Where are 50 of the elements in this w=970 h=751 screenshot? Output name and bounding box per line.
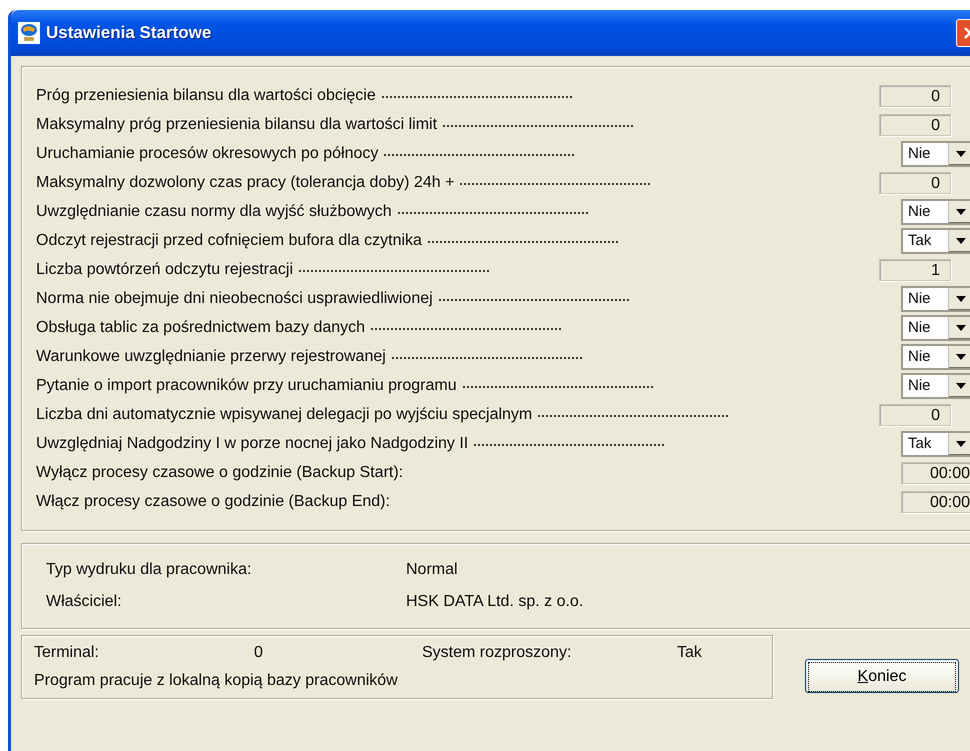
dropdown[interactable]: Tak [901, 430, 970, 456]
setting-label: Uwzględnianie czasu normy dla wyjść służbowych [36, 202, 392, 220]
dropdown[interactable]: Nie [901, 286, 970, 312]
setting-label: Norma nie obejmuje dni nieobecności usprawiedliwionej [36, 290, 433, 308]
setting-label: Liczba dni automatycznie wpisywanej delegacji po wyjściu specjalnym [36, 406, 532, 424]
setting-label: Próg przeniesienia bilansu dla wartości obcięcie [36, 86, 376, 104]
caret-icon [956, 354, 966, 360]
caret-icon [956, 208, 966, 214]
time-field[interactable]: 00:00 [901, 462, 970, 484]
time-field[interactable]: 00:00 [901, 490, 970, 512]
terminal-value: 0 [254, 644, 264, 662]
info-label: Typ wydruku dla pracownika: [46, 561, 252, 579]
caret-icon [956, 382, 966, 388]
caret-icon [956, 440, 966, 446]
window-title: Ustawienia Startowe [46, 23, 212, 43]
dropdown[interactable]: Nie [901, 198, 970, 224]
info-value: Normal [406, 561, 458, 579]
status-note: Program pracuje z lokalną kopią bazy pracowników [34, 672, 399, 690]
terminal-label: Terminal: [34, 644, 100, 662]
dropdown[interactable]: Tak [901, 228, 970, 254]
setting-label: Pytanie o import pracowników przy uruchamianiu programu [36, 376, 457, 394]
setting-label: Maksymalny próg przeniesienia bilansu dla wartości limit [36, 116, 438, 134]
caret-icon [956, 150, 966, 156]
caret-icon [956, 324, 966, 330]
setting-label: Warunkowe uwzględnianie przerwy rejestrowanej [36, 348, 386, 366]
number-field[interactable]: 0 [879, 172, 951, 194]
number-field[interactable]: 1 [879, 258, 951, 280]
setting-label: Maksymalny dozwolony czas pracy (tolerancja doby) 24h + [36, 174, 454, 192]
setting-label: Uwzględniaj Nadgodziny I w porze nocnej jako Nadgodziny II [36, 434, 468, 452]
globe-icon [18, 22, 40, 44]
setting-label: Włącz procesy czasowe o godzinie (Backup End): [36, 492, 390, 510]
info-value: HSK DATA Ltd. sp. z o.o. [406, 593, 584, 611]
info-label: Właściciel: [46, 593, 123, 611]
setting-label: Odczyt rejestracji przed cofnięciem bufora dla czytnika [36, 232, 422, 250]
setting-label: Uruchamianie procesów okresowych po północy [36, 144, 378, 162]
dropdown[interactable]: Nie [901, 372, 970, 398]
number-field[interactable]: 0 [879, 84, 951, 106]
distributed-value: Tak [677, 644, 702, 662]
setting-label: Obsługa tablic za pośrednictwem bazy danych [36, 318, 366, 336]
dropdown[interactable]: Nie [901, 140, 970, 166]
dropdown[interactable]: Nie [901, 344, 970, 370]
distributed-label: System rozproszony: [422, 644, 572, 662]
close-dialog-button[interactable]: Koniec [805, 659, 959, 693]
number-field[interactable]: 0 [879, 404, 951, 426]
setting-label: Liczba powtórzeń odczytu rejestracji [36, 260, 294, 278]
number-field[interactable]: 0 [879, 114, 951, 136]
caret-icon [956, 296, 966, 302]
setting-label: Wyłącz procesy czasowe o godzinie (Backup Start): [36, 464, 404, 482]
caret-icon [956, 238, 966, 244]
dropdown[interactable]: Nie [901, 314, 970, 340]
